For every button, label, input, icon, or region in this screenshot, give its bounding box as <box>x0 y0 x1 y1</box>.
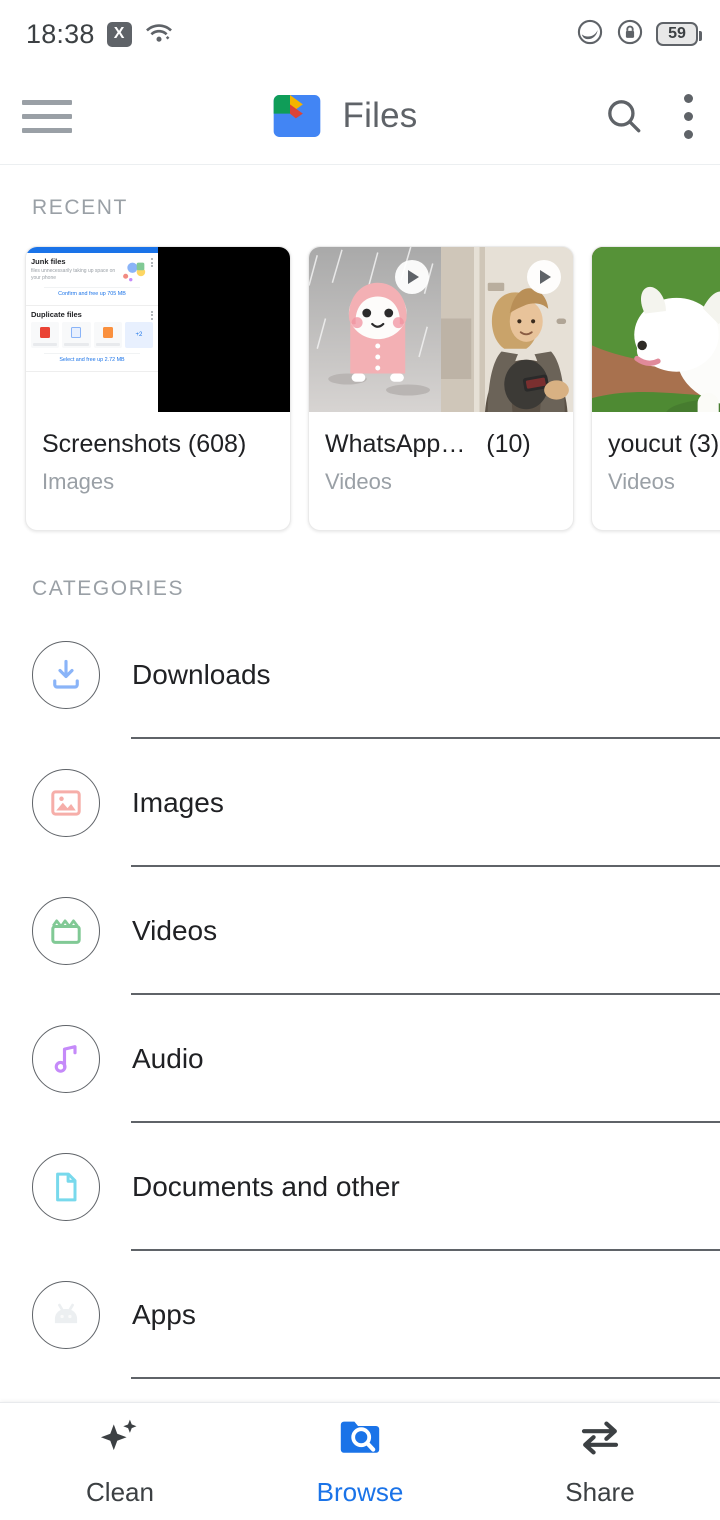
search-icon[interactable] <box>592 95 656 137</box>
status-bar: 18:38 X 59 <box>0 0 720 68</box>
category-item-apps[interactable]: Apps <box>0 1251 720 1379</box>
card-subtitle: Videos <box>325 469 392 494</box>
recent-section-label: RECENT <box>32 196 128 219</box>
card-thumbnails <box>592 247 720 412</box>
recent-cards-row[interactable]: Junk files files unnecessarily taking up… <box>0 246 720 531</box>
rotation-lock-icon <box>616 18 644 51</box>
categories-list: Downloads Images Videos Audio Documents … <box>0 611 720 1379</box>
nested-junk-button: Confirm and free up 705 MB <box>44 286 140 300</box>
category-label: Downloads <box>132 659 271 690</box>
download-icon <box>32 641 100 709</box>
card-title-text: WhatsApp… <box>325 430 466 458</box>
nav-label: Share <box>565 1476 635 1507</box>
category-item-audio[interactable]: Audio <box>0 995 720 1123</box>
nav-item-browse[interactable]: Browse <box>240 1416 480 1508</box>
status-bar-right: 59 <box>576 18 702 51</box>
nav-item-clean[interactable]: Clean <box>0 1416 240 1508</box>
x-badge-icon: X <box>106 21 132 47</box>
thumbnail-black <box>158 247 290 412</box>
page-title: Files <box>342 96 418 135</box>
play-icon <box>395 260 429 294</box>
card-thumbnails <box>309 247 573 412</box>
list-divider <box>131 1377 720 1379</box>
battery-indicator: 59 <box>656 22 702 46</box>
swap-arrows-icon <box>576 1416 624 1465</box>
card-thumbnails: Junk files files unnecessarily taking up… <box>26 247 290 412</box>
nav-item-share[interactable]: Share <box>480 1416 720 1508</box>
category-item-documents[interactable]: Documents and other <box>0 1123 720 1251</box>
battery-level: 59 <box>668 25 686 42</box>
category-item-images[interactable]: Images <box>0 739 720 867</box>
card-title-count: (10) <box>486 430 531 458</box>
status-bar-left: 18:38 X <box>26 19 174 50</box>
document-icon <box>32 1153 100 1221</box>
nav-label: Browse <box>316 1476 404 1507</box>
category-label: Images <box>132 787 224 818</box>
category-label: Videos <box>132 915 218 946</box>
card-meta: youcut (3) Videos <box>592 412 720 530</box>
recent-card-youcut[interactable]: youcut (3) Videos <box>591 246 720 531</box>
card-subtitle: Videos <box>608 469 675 494</box>
overflow-menu-icon[interactable] <box>656 93 720 139</box>
nested-dup-button: Select and free up 2.72 MB <box>44 352 140 366</box>
card-title: youcut (3) <box>608 430 720 458</box>
thumbnail-video-person <box>441 247 573 412</box>
nav-label: Clean <box>86 1476 154 1507</box>
category-label: Apps <box>132 1299 196 1330</box>
category-label: Documents and other <box>132 1171 400 1202</box>
recent-card-screenshots[interactable]: Junk files files unnecessarily taking up… <box>25 246 291 531</box>
card-meta: WhatsApp… (10) Videos <box>309 412 573 530</box>
nested-tile-more: +2 <box>124 321 153 348</box>
hamburger-menu-icon[interactable] <box>22 99 94 133</box>
nested-junk-body: files unnecessarily taking up space on y… <box>31 268 116 281</box>
category-label: Audio <box>132 1043 204 1074</box>
video-icon <box>32 897 100 965</box>
thumbnail-video-sticker <box>309 247 441 412</box>
play-icon <box>527 260 561 294</box>
thumbnail-video-dog <box>592 247 720 412</box>
audio-icon <box>32 1025 100 1093</box>
wifi-icon <box>144 20 174 49</box>
category-item-videos[interactable]: Videos <box>0 867 720 995</box>
image-icon <box>32 769 100 837</box>
category-item-downloads[interactable]: Downloads <box>0 611 720 739</box>
app-title-group: Files <box>94 88 592 144</box>
status-time: 18:38 <box>26 18 95 49</box>
folder-search-icon <box>336 1416 384 1465</box>
dark-mode-icon <box>576 18 604 51</box>
card-title: WhatsApp… (10) <box>325 430 557 459</box>
card-title: Screenshots (608) <box>42 430 247 458</box>
sparkle-icon <box>96 1416 144 1465</box>
card-meta: Screenshots (608) Images <box>26 412 290 530</box>
main-content: RECENT Junk files files unnecessarily ta… <box>0 166 720 1402</box>
recent-card-whatsapp[interactable]: WhatsApp… (10) Videos <box>308 246 574 531</box>
categories-section-label: CATEGORIES <box>32 577 185 600</box>
bottom-navigation: Clean Browse Share <box>0 1402 720 1520</box>
thumbnail-screenshot: Junk files files unnecessarily taking up… <box>26 247 158 412</box>
files-app-logo <box>269 88 325 144</box>
app-bar: Files <box>0 68 720 165</box>
nested-dup-heading: Duplicate files <box>31 309 82 319</box>
card-subtitle: Images <box>42 469 115 494</box>
apps-icon <box>32 1281 100 1349</box>
